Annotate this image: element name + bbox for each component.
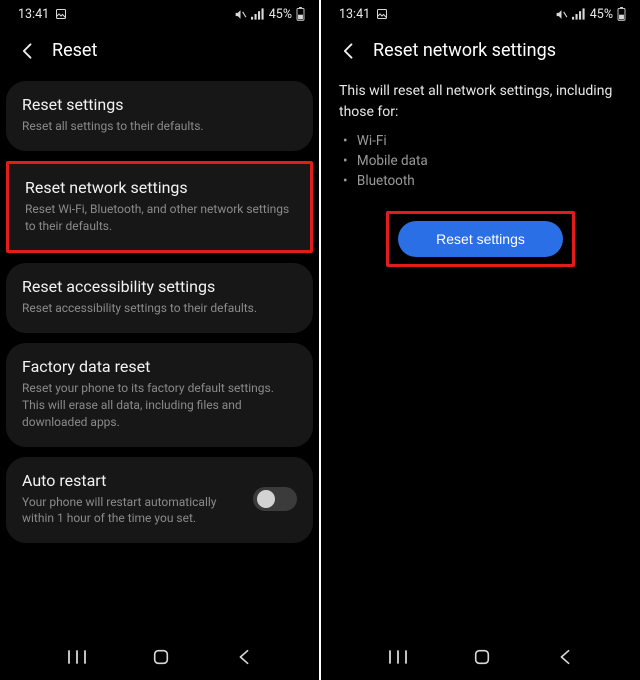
nav-back-button[interactable] <box>557 648 573 666</box>
status-time: 13:41 <box>339 7 370 22</box>
card-reset-settings[interactable]: Reset settings Reset all settings to the… <box>6 81 313 151</box>
header: Reset network settings <box>321 28 640 81</box>
nav-bar <box>321 634 640 680</box>
highlight-box: Reset settings <box>386 211 575 267</box>
recents-button[interactable] <box>67 649 87 665</box>
status-time: 13:41 <box>18 7 49 22</box>
card-title: Reset network settings <box>25 178 294 197</box>
card-factory-reset[interactable]: Factory data reset Reset your phone to i… <box>6 343 313 446</box>
back-icon[interactable] <box>339 41 359 61</box>
header: Reset <box>0 28 319 81</box>
card-subtitle: Reset your phone to its factory default … <box>22 380 297 430</box>
nav-back-button[interactable] <box>236 648 252 666</box>
signal-icon <box>572 8 586 20</box>
status-bar: 13:41 45% <box>321 0 640 28</box>
signal-icon <box>251 8 265 20</box>
page-title: Reset <box>52 40 97 61</box>
mute-icon <box>555 8 568 21</box>
card-auto-restart[interactable]: Auto restart Your phone will restart aut… <box>6 457 313 544</box>
battery-icon <box>617 7 626 21</box>
nav-bar <box>0 634 319 680</box>
battery-pct: 45% <box>590 7 613 22</box>
card-title: Auto restart <box>22 471 243 490</box>
picture-icon <box>376 8 388 20</box>
card-title: Reset accessibility settings <box>22 277 297 296</box>
bullet-mobile-data: Mobile data <box>355 153 622 169</box>
home-button[interactable] <box>152 648 170 666</box>
card-title: Factory data reset <box>22 357 297 376</box>
auto-restart-toggle[interactable] <box>253 487 297 511</box>
card-subtitle: Reset all settings to their defaults. <box>22 118 297 135</box>
home-button[interactable] <box>473 648 491 666</box>
card-title: Reset settings <box>22 95 297 114</box>
battery-icon <box>296 7 305 21</box>
card-reset-network[interactable]: Reset network settings Reset Wi-Fi, Blue… <box>6 161 313 254</box>
recents-button[interactable] <box>388 649 408 665</box>
picture-icon <box>55 8 67 20</box>
back-icon[interactable] <box>18 41 38 61</box>
status-bar: 13:41 45% <box>0 0 319 28</box>
bullet-list: Wi-Fi Mobile data Bluetooth <box>321 133 640 209</box>
description-text: This will reset all network settings, in… <box>321 81 640 133</box>
card-subtitle: Reset Wi-Fi, Bluetooth, and other networ… <box>25 201 294 235</box>
mute-icon <box>234 8 247 21</box>
battery-pct: 45% <box>269 7 292 22</box>
reset-settings-button[interactable]: Reset settings <box>398 221 563 257</box>
screen-reset-menu: 13:41 45% Reset Reset settings Rese <box>0 0 319 680</box>
card-reset-accessibility[interactable]: Reset accessibility settings Reset acces… <box>6 263 313 333</box>
card-subtitle: Your phone will restart automatically wi… <box>22 494 243 528</box>
screen-reset-network: 13:41 45% Reset network settings This wi… <box>321 0 640 680</box>
bullet-wifi: Wi-Fi <box>355 133 622 149</box>
page-title: Reset network settings <box>373 40 556 61</box>
card-subtitle: Reset accessibility settings to their de… <box>22 300 297 317</box>
bullet-bluetooth: Bluetooth <box>355 173 622 189</box>
